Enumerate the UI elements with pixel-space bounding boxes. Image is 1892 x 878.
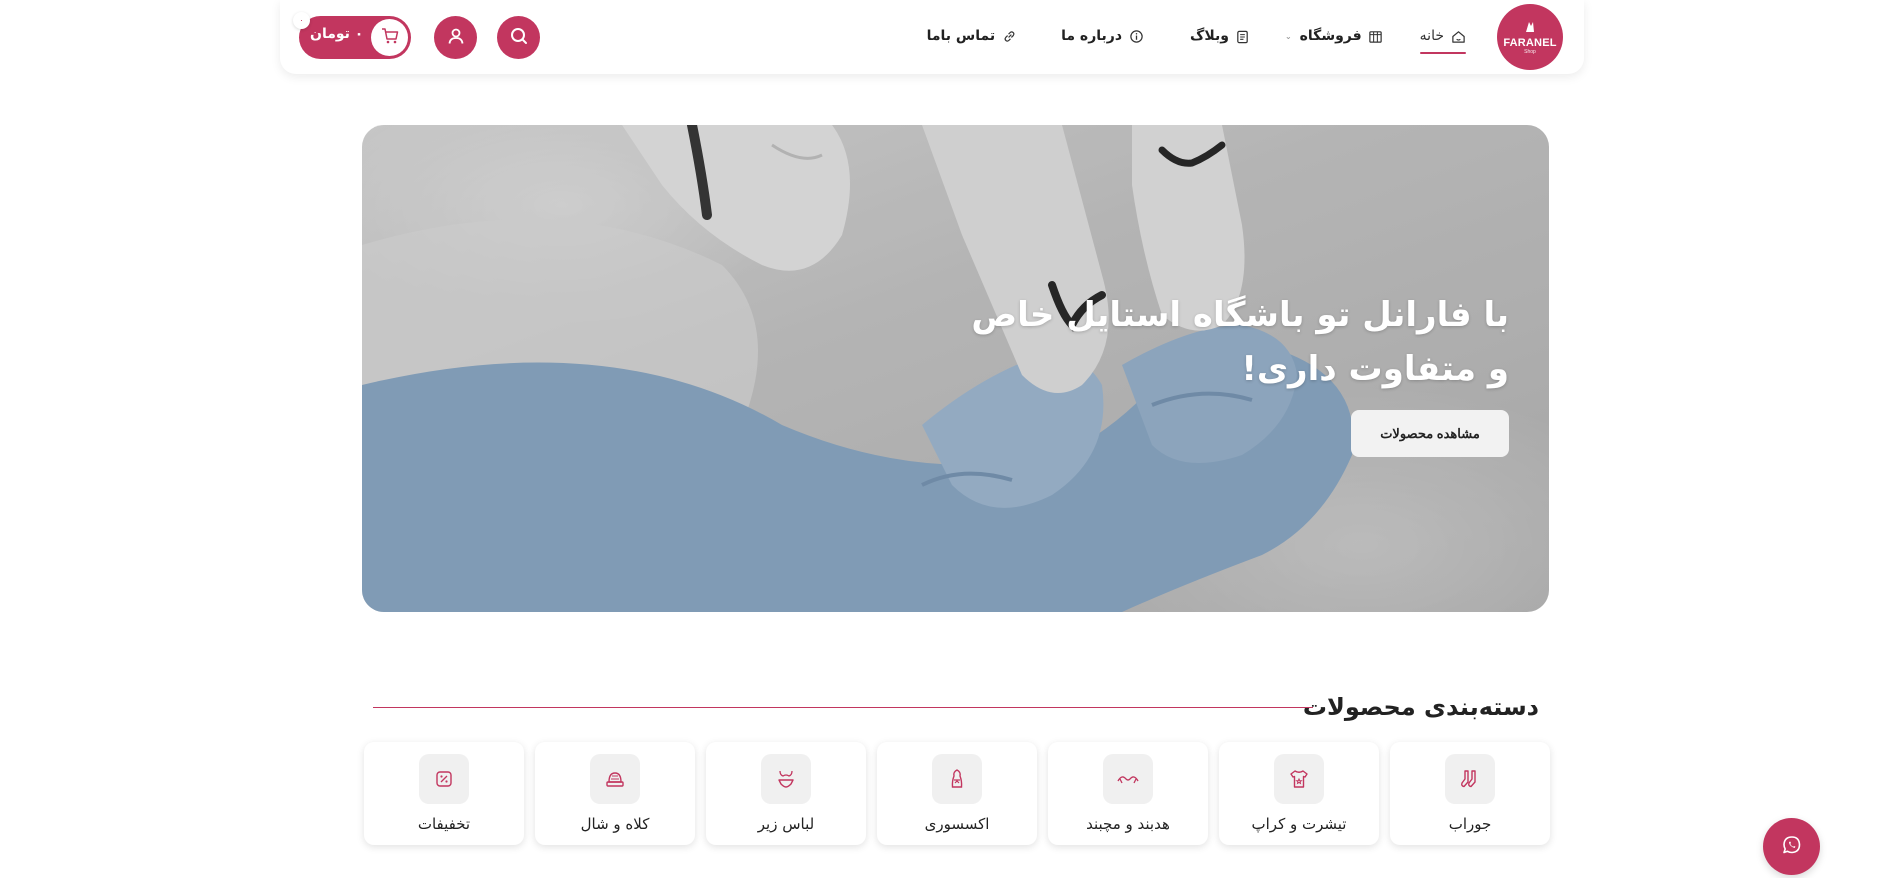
cart-button[interactable]: ۰ ۰ تومان [293,12,411,59]
category-label: تیشرت و کراپ [1251,815,1347,833]
nav-item-blog[interactable]: وبلاگ [1190,20,1251,52]
home-icon [1450,28,1466,44]
brand-logo[interactable]: FARANEL Shop [1497,4,1563,70]
category-label: جوراب [1448,815,1492,833]
view-products-button[interactable]: مشاهده محصولات [1351,410,1509,457]
category-card-headband[interactable]: هدبند و مچبند [1048,742,1208,845]
tshirt-icon [1274,754,1324,804]
nav-label-home: خانه [1419,28,1444,44]
category-card-socks[interactable]: جوراب [1390,742,1550,845]
nav-item-home[interactable]: خانه [1419,20,1467,54]
link-icon [1001,28,1017,44]
whatsapp-button[interactable] [1763,818,1820,875]
underwear-icon [761,754,811,804]
category-label: تخفیفات [417,815,471,833]
shop-icon [1368,28,1384,44]
search-button[interactable] [497,16,540,59]
categories-title: دسته‌بندی محصولات [1302,693,1539,721]
nav-item-about[interactable]: درباره ما [1061,20,1144,52]
site-header: FARANEL Shop خانه فروشگاه ⌄ وبلاگ درباره… [280,0,1584,74]
cart-icon-wrap [371,19,408,56]
socks-icon [1445,754,1495,804]
blog-icon [1235,28,1251,44]
category-label: هدبند و مچبند [1086,815,1170,833]
nav-label-blog: وبلاگ [1190,28,1229,44]
nav-label-contact: تماس باما [926,28,996,44]
main-nav: خانه فروشگاه ⌄ وبلاگ درباره ما تماس باما [927,20,1467,54]
cart-total: ۰ تومان [310,26,364,42]
chevron-down-icon: ⌄ [1284,31,1292,41]
cart-icon [380,26,400,50]
nav-item-shop[interactable]: فروشگاه ⌄ [1285,20,1384,52]
category-grid: جوراب تیشرت و کراپ هدبند و مچبند اکسسوری… [361,742,1550,846]
category-label: لباس زیر [757,815,815,833]
nav-label-shop: فروشگاه [1299,28,1362,44]
info-icon [1128,28,1144,44]
category-card-accessory[interactable]: اکسسوری [877,742,1037,845]
logo-emblem-icon [1523,20,1537,37]
logo-text: FARANEL [1503,36,1557,49]
category-card-tshirt[interactable]: تیشرت و کراپ [1219,742,1379,845]
category-label: اکسسوری [924,815,990,833]
discount-icon [419,754,469,804]
hero-banner: با فارانل تو باشگاه استایل خاص و متفاوت … [362,125,1549,612]
logo-subtext: Shop [1524,48,1536,55]
headband-icon [1103,754,1153,804]
user-icon [446,26,466,50]
category-label: کلاه و شال [580,815,650,833]
nav-label-about: درباره ما [1061,28,1123,44]
category-card-hat[interactable]: کلاه و شال [535,742,695,845]
search-icon [509,26,529,50]
nav-item-contact[interactable]: تماس باما [927,20,1018,52]
hero-title: با فارانل تو باشگاه استایل خاص و متفاوت … [971,295,1509,389]
cart-count-badge: ۰ [293,12,310,29]
whatsapp-icon [1781,834,1803,860]
category-card-discount[interactable]: تخفیفات [364,742,524,845]
section-divider [373,707,1313,708]
hat-icon [590,754,640,804]
accessory-icon [932,754,982,804]
category-card-underwear[interactable]: لباس زیر [706,742,866,845]
account-button[interactable] [434,16,477,59]
